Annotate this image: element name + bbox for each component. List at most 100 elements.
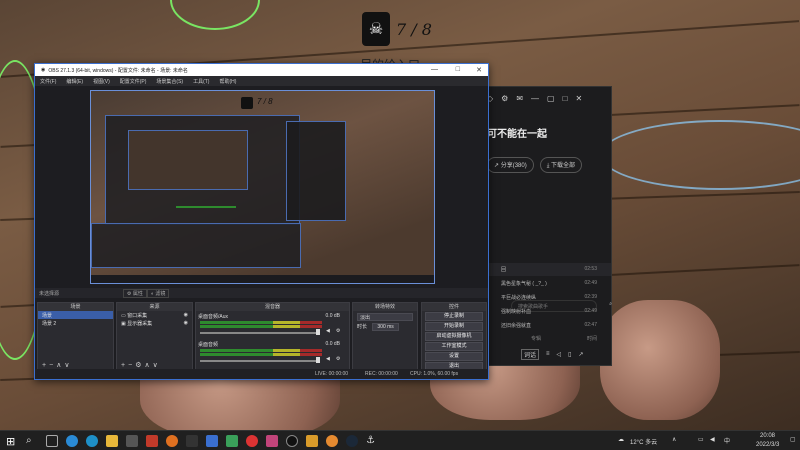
settings-icon[interactable]: ⚙ — [501, 94, 508, 103]
maximize-icon[interactable]: □ — [563, 94, 568, 103]
preview-emblem-icon — [241, 97, 253, 109]
transitions-dock-title: 转场特效 — [353, 303, 417, 311]
edge-icon[interactable] — [66, 435, 78, 447]
menu-profile[interactable]: 配置文件(P) — [120, 78, 147, 85]
mixer-channel: 桌面音频 0.0 dB ◀ ⚙ — [198, 341, 348, 367]
start-virtual-camera-button[interactable]: 启动虚拟摄像机 — [425, 332, 483, 341]
ime-icon[interactable]: 中 — [724, 436, 730, 445]
weather-text[interactable]: 12°C 多云 — [630, 437, 657, 446]
search-icon[interactable]: ⌕ — [26, 435, 38, 447]
volume-slider-knob[interactable] — [316, 329, 320, 335]
controls-dock-title: 控件 — [422, 303, 486, 311]
speaker-icon[interactable]: ◀ — [326, 356, 330, 362]
speaker-icon[interactable]: ◀ — [326, 328, 330, 334]
start-icon[interactable]: ⊞ — [6, 435, 18, 448]
obs-logo-icon: ◉ — [41, 67, 46, 73]
preview-canvas[interactable]: 7 / 8 — [90, 90, 435, 284]
minimize-icon[interactable]: — — [531, 94, 539, 103]
mini-player-icon[interactable]: ▢ — [547, 94, 555, 103]
close-icon[interactable]: ✕ — [476, 66, 482, 74]
song-row[interactable]: 黑色星象气秘 ( _?_ ) 02:49 — [481, 277, 611, 290]
close-icon[interactable]: ✕ — [575, 94, 582, 103]
mail-icon[interactable]: ✉ — [516, 94, 523, 103]
menu-tools[interactable]: 工具(T) — [193, 78, 209, 85]
song-row[interactable]: 回 02:53 — [481, 263, 611, 276]
playlist-icon[interactable]: ≡ — [546, 351, 550, 357]
wireframe-outline — [600, 120, 800, 190]
duration-label: 时长 — [357, 324, 368, 330]
game-anchor-icon[interactable]: ⚓ — [366, 435, 378, 447]
eye-icon[interactable]: ◉ — [184, 320, 188, 326]
music-player-window: ◇ ⚙ ✉ — ▢ □ ✕ 可不能在一起 ↗ 分享(380) ⤓ 下载全部 搜索… — [480, 86, 612, 366]
scene-item[interactable]: 场景 2 — [38, 319, 113, 327]
transition-select[interactable]: 淡出 — [357, 313, 413, 321]
volume-slider-knob[interactable] — [316, 357, 320, 363]
scene-item[interactable]: 场景 — [38, 311, 113, 319]
obs-icon[interactable] — [286, 435, 298, 447]
share-icon[interactable]: ↗ — [578, 351, 583, 358]
gear-icon[interactable]: ⚙ — [336, 356, 340, 362]
task-view-icon[interactable] — [46, 435, 58, 447]
app-icon-green[interactable] — [226, 435, 238, 447]
menu-view[interactable]: 视图(V) — [93, 78, 110, 85]
app-icon-red[interactable] — [146, 435, 158, 447]
clock-time[interactable]: 20:08 — [760, 433, 775, 439]
app-icon-orange[interactable] — [166, 435, 178, 447]
app-icon-dark[interactable] — [186, 435, 198, 447]
stop-recording-button[interactable]: 停止录制 — [425, 312, 483, 321]
browser-icon[interactable] — [86, 435, 98, 447]
menu-help[interactable]: 帮助(H) — [219, 78, 236, 85]
settings-button[interactable]: 设置 — [425, 352, 483, 361]
song-name: 回 — [501, 267, 507, 273]
filters-button[interactable]: ◐ 滤镜 — [147, 289, 170, 298]
source-label: 窗口采集 — [127, 313, 148, 319]
download-all-button[interactable]: ⤓ 下载全部 — [539, 157, 583, 173]
steam-icon[interactable] — [346, 435, 358, 447]
level-meter — [200, 321, 322, 324]
studio-mode-button[interactable]: 工作室模式 — [425, 342, 483, 351]
file-explorer-icon[interactable] — [106, 435, 118, 447]
transition-value: 淡出 — [360, 315, 371, 321]
bookmark-icon[interactable]: ▯ — [568, 351, 571, 358]
eye-icon[interactable]: ◉ — [184, 312, 188, 318]
app-icon-pink[interactable] — [266, 435, 278, 447]
app-icon-orange2[interactable] — [326, 435, 338, 447]
menu-scene-collection[interactable]: 场景集合(S) — [156, 78, 183, 85]
duration-input[interactable]: 300 ms — [372, 323, 399, 331]
volume-icon[interactable]: ◀ — [710, 436, 715, 443]
gear-icon[interactable]: ⚙ — [336, 328, 340, 334]
source-item[interactable]: ▣ 显示器采集 ◉ — [117, 319, 192, 327]
notification-icon[interactable]: ▢ — [790, 436, 796, 443]
share-label: 分享(380) — [500, 163, 527, 169]
app-icon-blue[interactable] — [206, 435, 218, 447]
down-icon[interactable]: ∨ — [153, 362, 161, 369]
hand-right — [600, 300, 720, 420]
app-icon-yellow[interactable] — [306, 435, 318, 447]
volume-slider[interactable] — [200, 360, 318, 362]
song-row[interactable]: 强制映射补血 02:49 — [481, 305, 611, 318]
netease-music-icon[interactable] — [246, 435, 258, 447]
share-button[interactable]: ↗ 分享(380) — [487, 157, 534, 173]
clock-date[interactable]: 2022/3/3 — [756, 442, 779, 448]
tray-overflow-icon[interactable]: ∧ — [672, 436, 676, 443]
menu-file[interactable]: 文件(F) — [40, 78, 56, 85]
volume-icon[interactable]: ◁ — [557, 351, 562, 358]
player-bottombar: 词话 ≡ ◁ ▯ ↗ — [481, 343, 611, 365]
menu-edit[interactable]: 编辑(E) — [66, 78, 83, 85]
windows-taskbar: ⊞ ⌕ ⚓ ☁ 12°C 多云 ∧ ▭ ◀ 中 20:08 2022/3/3 ▢ — [0, 430, 800, 450]
store-icon[interactable] — [126, 435, 138, 447]
down-icon[interactable]: ∨ — [64, 362, 72, 369]
song-row[interactable]: 平巨战必连续纵 02:39 — [481, 291, 611, 304]
start-recording-button[interactable]: 开始录制 — [425, 322, 483, 331]
lyrics-button[interactable]: 词话 — [521, 348, 540, 360]
level-meter — [200, 353, 322, 356]
minimize-icon[interactable]: — — [431, 66, 438, 73]
properties-button[interactable]: ⚙ 属性 — [123, 289, 147, 298]
song-row[interactable]: 还旧余强就直 02:47 — [481, 319, 611, 332]
source-item[interactable]: ▭ 窗口采集 ◉ — [117, 311, 192, 319]
volume-slider[interactable] — [200, 332, 318, 334]
network-icon[interactable]: ▭ — [698, 436, 704, 443]
up-icon[interactable]: ∧ — [144, 362, 152, 369]
filters-label: 滤镜 — [155, 291, 166, 297]
maximize-icon[interactable]: □ — [456, 66, 460, 73]
